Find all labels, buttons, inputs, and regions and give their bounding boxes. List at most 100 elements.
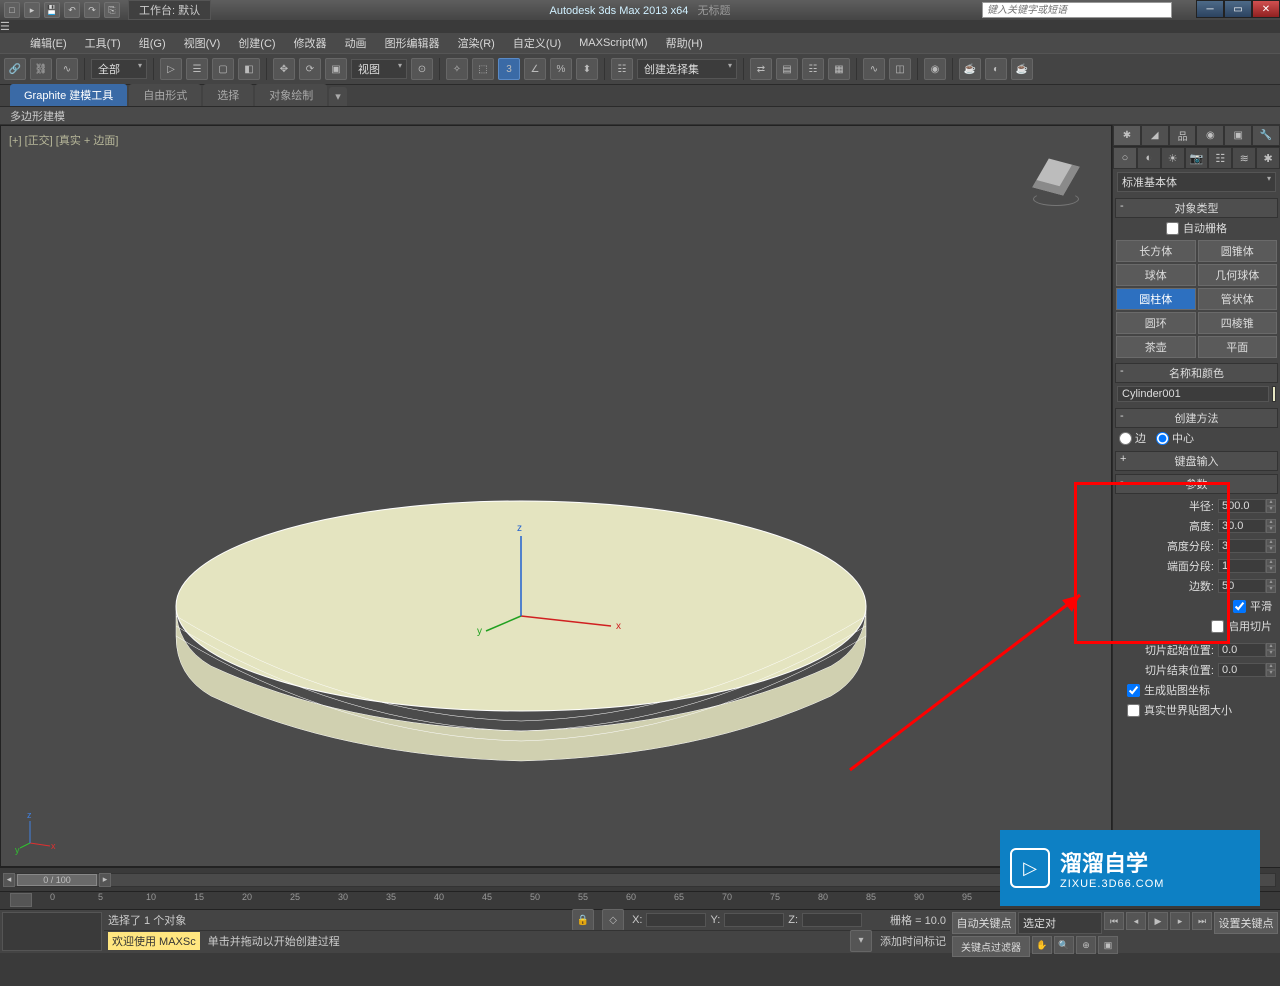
play-icon[interactable]: ▶	[1148, 912, 1168, 930]
category-dropdown[interactable]: 标准基本体	[1117, 172, 1276, 192]
edge-radio[interactable]	[1119, 432, 1132, 445]
menu-group[interactable]: 组(G)	[139, 35, 166, 51]
create-tab-icon[interactable]: ✱	[1113, 125, 1141, 146]
app-logo-icon[interactable]: ☰	[0, 20, 1280, 33]
link-tool-icon[interactable]: 🔗	[4, 58, 26, 80]
menu-tools[interactable]: 工具(T)	[85, 35, 121, 51]
window-crossing-icon[interactable]: ◧	[238, 58, 260, 80]
render-frame-icon[interactable]: ◐	[985, 58, 1007, 80]
move-tool-icon[interactable]: ✥	[273, 58, 295, 80]
ribbon-tab-paint[interactable]: 对象绘制	[255, 84, 327, 106]
snap-toggle-icon[interactable]: 3	[498, 58, 520, 80]
torus-button[interactable]: 圆环	[1116, 312, 1196, 334]
polymodel-label[interactable]: 多边形建模	[10, 108, 65, 124]
heightseg-input[interactable]	[1218, 539, 1266, 553]
setkey-button[interactable]: 设置关键点	[1214, 912, 1278, 934]
track-toggle-icon[interactable]	[10, 893, 32, 907]
menu-custom[interactable]: 自定义(U)	[513, 35, 561, 51]
manipulate-icon[interactable]: ✧	[446, 58, 468, 80]
name-color-rollout[interactable]: -名称和颜色	[1115, 363, 1278, 383]
timetag-icon[interactable]: ▾	[850, 930, 872, 952]
iso-icon[interactable]: ◇	[602, 909, 624, 931]
maximize-button[interactable]: ▭	[1224, 0, 1252, 18]
material-editor-icon[interactable]: ◉	[924, 58, 946, 80]
cylinder-button[interactable]: 圆柱体	[1116, 288, 1196, 310]
shapes-subtab-icon[interactable]: ◐	[1137, 147, 1161, 169]
autokey-button[interactable]: 自动关键点	[952, 912, 1016, 934]
goto-end-icon[interactable]: ⏭	[1192, 912, 1212, 930]
sphere-button[interactable]: 球体	[1116, 264, 1196, 286]
viewcube[interactable]	[1031, 156, 1081, 206]
next-frame-icon[interactable]: ▸	[1170, 912, 1190, 930]
create-method-rollout[interactable]: -创建方法	[1115, 408, 1278, 428]
keyboard-rollout[interactable]: +键盘输入	[1115, 451, 1278, 471]
schematic-icon[interactable]: ◫	[889, 58, 911, 80]
ribbon-expand-icon[interactable]: ▾	[329, 87, 347, 106]
params-rollout[interactable]: -参数	[1115, 474, 1278, 494]
selection-filter-dropdown[interactable]: 全部	[91, 59, 147, 79]
radius-input[interactable]	[1218, 499, 1266, 513]
spinner-snap-icon[interactable]: ⬍	[576, 58, 598, 80]
ribbon-tab-freeform[interactable]: 自由形式	[129, 84, 201, 106]
auto-grid-checkbox[interactable]	[1166, 222, 1179, 235]
save-icon[interactable]: 💾	[44, 2, 60, 18]
help-search-input[interactable]	[982, 2, 1172, 18]
pyramid-button[interactable]: 四棱锥	[1198, 312, 1278, 334]
keyfilter-button[interactable]: 关键点过滤器	[952, 936, 1030, 957]
undo-icon[interactable]: ↶	[64, 2, 80, 18]
slice-from-input[interactable]	[1218, 643, 1266, 657]
rotate-tool-icon[interactable]: ⟳	[299, 58, 321, 80]
selset-field[interactable]	[1018, 912, 1102, 934]
menu-anim[interactable]: 动画	[345, 35, 367, 51]
new-icon[interactable]: □	[4, 2, 20, 18]
tube-button[interactable]: 管状体	[1198, 288, 1278, 310]
radius-up[interactable]: ▴	[1266, 499, 1276, 506]
teapot-button[interactable]: 茶壶	[1116, 336, 1196, 358]
minimize-button[interactable]: ─	[1196, 0, 1224, 18]
nav-zoom-icon[interactable]: 🔍	[1054, 936, 1074, 954]
time-handle[interactable]: 0 / 100	[17, 874, 97, 886]
nav-orbit-icon[interactable]: ⊕	[1076, 936, 1096, 954]
spacewarps-subtab-icon[interactable]: ≋	[1232, 147, 1256, 169]
real-world-checkbox[interactable]	[1127, 704, 1140, 717]
center-radio[interactable]	[1156, 432, 1169, 445]
script-listener[interactable]	[2, 912, 102, 951]
viewport-label[interactable]: [+] [正交] [真实 + 边面]	[9, 132, 118, 148]
open-icon[interactable]: ▸	[24, 2, 40, 18]
object-name-input[interactable]	[1117, 386, 1269, 402]
motion-tab-icon[interactable]: ◉	[1196, 125, 1224, 146]
keymode-icon[interactable]: ⬚	[472, 58, 494, 80]
menu-view[interactable]: 视图(V)	[184, 35, 221, 51]
helpers-subtab-icon[interactable]: ☷	[1208, 147, 1232, 169]
color-swatch[interactable]	[1272, 386, 1276, 402]
prev-frame-icon[interactable]: ◂	[1126, 912, 1146, 930]
unlink-tool-icon[interactable]: ⛓	[30, 58, 52, 80]
timeslider-next-button[interactable]: ▸	[99, 873, 111, 887]
select-tool-icon[interactable]: ▷	[160, 58, 182, 80]
systems-subtab-icon[interactable]: ✱	[1256, 147, 1280, 169]
redo-icon[interactable]: ↷	[84, 2, 100, 18]
link-icon[interactable]: ⎘	[104, 2, 120, 18]
radius-down[interactable]: ▾	[1266, 506, 1276, 513]
nav-max-icon[interactable]: ▣	[1098, 936, 1118, 954]
smooth-checkbox[interactable]	[1233, 600, 1246, 613]
display-tab-icon[interactable]: ▣	[1224, 125, 1252, 146]
menu-maxscript[interactable]: MAXScript(M)	[579, 37, 647, 49]
modify-tab-icon[interactable]: ◢	[1141, 125, 1169, 146]
geometry-subtab-icon[interactable]: ○	[1113, 147, 1137, 169]
scale-tool-icon[interactable]: ▣	[325, 58, 347, 80]
angle-snap-icon[interactable]: ∠	[524, 58, 546, 80]
select-name-icon[interactable]: ☰	[186, 58, 208, 80]
menu-modifier[interactable]: 修改器	[294, 35, 327, 51]
ribbon-tab-graphite[interactable]: Graphite 建模工具	[10, 84, 127, 106]
scene-explorer-icon[interactable]: ▦	[828, 58, 850, 80]
gen-map-checkbox[interactable]	[1127, 684, 1140, 697]
ribbon-tab-select[interactable]: 选择	[203, 84, 253, 106]
render-icon[interactable]: ☕	[1011, 58, 1033, 80]
render-setup-icon[interactable]: ☕	[959, 58, 981, 80]
named-sel-icon[interactable]: ☷	[611, 58, 633, 80]
y-coord-input[interactable]	[724, 913, 784, 927]
pivot-icon[interactable]: ⊙	[411, 58, 433, 80]
mirror-icon[interactable]: ⇄	[750, 58, 772, 80]
close-button[interactable]: ✕	[1252, 0, 1280, 18]
